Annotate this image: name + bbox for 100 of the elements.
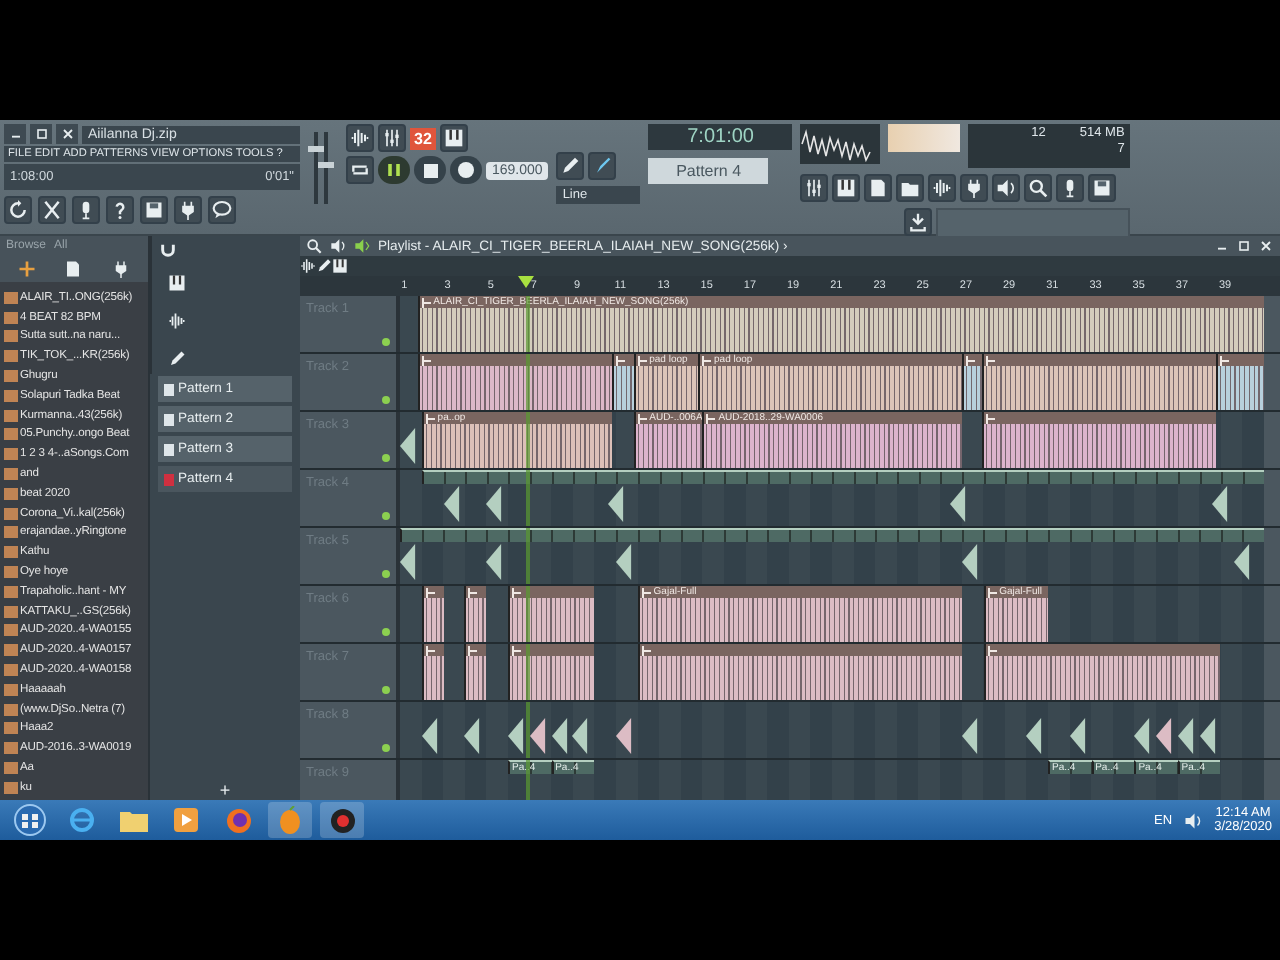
microphone-button[interactable]: [72, 196, 100, 224]
clip-handle-icon[interactable]: [637, 355, 648, 365]
scrollbar[interactable]: [1264, 586, 1280, 642]
stop-button[interactable]: [414, 156, 446, 184]
pencil-icon[interactable]: [168, 350, 186, 368]
sample-clip[interactable]: [443, 486, 465, 522]
brush-button[interactable]: [588, 152, 617, 180]
clip-handle-icon[interactable]: [985, 355, 996, 365]
audio-clip[interactable]: [508, 586, 595, 642]
magnet-icon[interactable]: [160, 242, 176, 258]
clip-handle-icon[interactable]: [425, 413, 436, 423]
audio-clip[interactable]: [637, 644, 962, 700]
audio-clip[interactable]: [508, 644, 595, 700]
record-button[interactable]: [450, 156, 482, 184]
clip-handle-icon[interactable]: [425, 645, 436, 655]
plug-button[interactable]: [960, 174, 989, 202]
search-button[interactable]: [1024, 174, 1053, 202]
scissors-button[interactable]: [38, 196, 66, 224]
audio-clip[interactable]: [981, 354, 1217, 410]
waveform-icon[interactable]: [168, 312, 186, 330]
speaker-icon[interactable]: [330, 238, 346, 254]
pattern-clip[interactable]: [400, 528, 1264, 542]
speaker-button[interactable]: [992, 174, 1021, 202]
track-led[interactable]: [382, 512, 390, 520]
speaker-icon[interactable]: [1184, 811, 1203, 829]
clip-handle-icon[interactable]: [987, 587, 998, 597]
mixer-button[interactable]: [800, 174, 829, 202]
close-button[interactable]: [56, 124, 78, 144]
clip-handle-icon[interactable]: [421, 355, 432, 365]
disk-button[interactable]: [140, 196, 168, 224]
scrollbar[interactable]: [1264, 644, 1280, 700]
restore-button[interactable]: [30, 124, 52, 144]
scrollbar[interactable]: [1264, 354, 1280, 410]
pencil-button[interactable]: [556, 152, 585, 180]
close-icon[interactable]: [1258, 238, 1274, 254]
audio-clip[interactable]: [981, 412, 1217, 468]
add-pattern-button[interactable]: +: [219, 780, 231, 800]
question-button[interactable]: [106, 196, 134, 224]
scrollbar[interactable]: [1264, 296, 1280, 352]
waveform-button[interactable]: [346, 124, 374, 152]
clip-handle-icon[interactable]: [965, 355, 976, 365]
audio-clip[interactable]: [611, 354, 634, 410]
piano-button[interactable]: [439, 124, 468, 152]
document-button[interactable]: [864, 174, 893, 202]
piano-icon[interactable]: [332, 258, 348, 274]
track-led[interactable]: [382, 454, 390, 462]
minimize-button[interactable]: [4, 124, 26, 144]
scrollbar[interactable]: [1264, 412, 1280, 468]
clip-handle-icon[interactable]: [512, 587, 522, 597]
clip-handle-icon[interactable]: [641, 587, 652, 597]
microphone-button[interactable]: [1056, 174, 1085, 202]
clip-handle-icon[interactable]: [615, 355, 626, 365]
clip-handle-icon[interactable]: [706, 413, 717, 423]
scrollbar[interactable]: [1264, 702, 1280, 758]
record-taskbar-icon[interactable]: [320, 802, 364, 838]
start-button[interactable]: [8, 802, 52, 838]
track-led[interactable]: [382, 396, 390, 404]
clip-handle-icon[interactable]: [421, 297, 432, 307]
waveform-icon[interactable]: [300, 258, 316, 274]
speech-bubble-button[interactable]: [208, 196, 236, 224]
document-icon[interactable]: [64, 260, 83, 278]
volume-slider[interactable]: [308, 145, 324, 152]
clip-handle-icon[interactable]: [637, 413, 648, 423]
clip-handle-icon[interactable]: [468, 645, 479, 655]
pitch-slider[interactable]: [318, 161, 334, 168]
audio-clip[interactable]: [983, 644, 1221, 700]
audio-clip[interactable]: [464, 586, 487, 642]
search-icon[interactable]: [306, 238, 322, 254]
piano-icon[interactable]: [168, 274, 186, 292]
pattern-clip[interactable]: [421, 470, 1264, 484]
circle-arrow-button[interactable]: [4, 196, 32, 224]
audio-clip[interactable]: [1216, 354, 1264, 410]
clip-handle-icon[interactable]: [987, 645, 998, 655]
plug-button[interactable]: [174, 196, 202, 224]
plus-icon[interactable]: [18, 260, 37, 278]
clip-handle-icon[interactable]: [641, 645, 652, 655]
sample-clip[interactable]: [551, 718, 573, 754]
restore-icon[interactable]: [1236, 238, 1252, 254]
clip-handle-icon[interactable]: [702, 355, 713, 365]
scrollbar[interactable]: [1264, 528, 1280, 584]
scrollbar[interactable]: [1264, 470, 1280, 526]
track-led[interactable]: [382, 686, 390, 694]
clip-handle-icon[interactable]: [512, 645, 522, 655]
folder-button[interactable]: [896, 174, 925, 202]
arrow-speaker-icon[interactable]: [354, 238, 370, 254]
mixer-button[interactable]: [378, 124, 406, 152]
plug-icon[interactable]: [111, 260, 130, 278]
track-led[interactable]: [382, 570, 390, 578]
waveform-button[interactable]: [928, 174, 957, 202]
piano-button[interactable]: [832, 174, 861, 202]
scrollbar[interactable]: [1264, 760, 1280, 800]
track-led[interactable]: [382, 338, 390, 346]
audio-clip[interactable]: [464, 644, 487, 700]
clip-handle-icon[interactable]: [985, 413, 996, 423]
sample-clip[interactable]: [607, 486, 629, 522]
track-led[interactable]: [382, 744, 390, 752]
disk-button[interactable]: [1088, 174, 1117, 202]
track-led[interactable]: [382, 628, 390, 636]
clip-handle-icon[interactable]: [425, 587, 436, 597]
clip-handle-icon[interactable]: [468, 587, 479, 597]
